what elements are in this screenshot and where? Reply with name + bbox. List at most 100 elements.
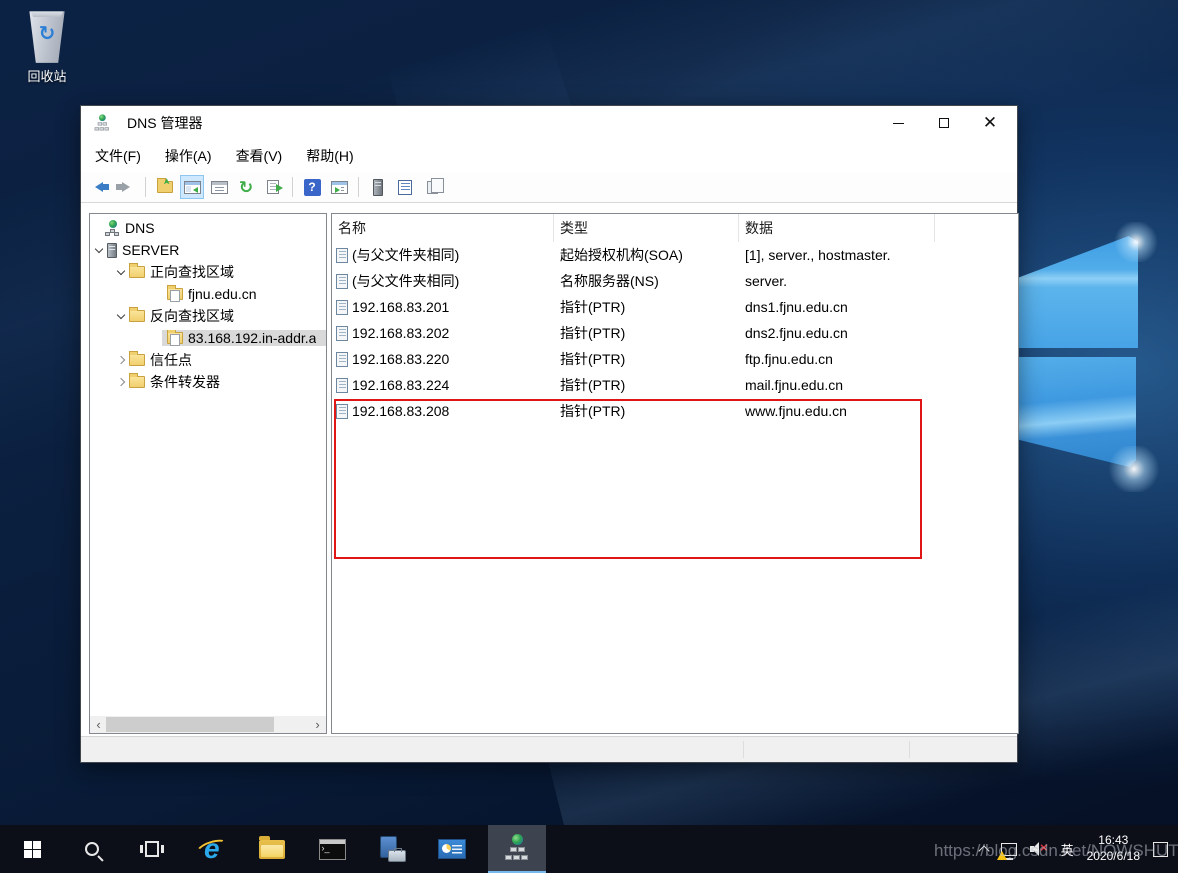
command-prompt-icon [319,839,346,860]
chevron-down-icon[interactable] [117,266,125,274]
menu-action[interactable]: 操作(A) [165,146,212,166]
back-button[interactable] [87,175,111,199]
toolbar-separator [292,177,293,197]
record-icon [336,326,348,341]
table-row[interactable]: 192.168.83.220 指针(PTR) ftp.fjnu.edu.cn [332,346,1018,372]
action-center-icon[interactable] [1153,842,1168,857]
tree-item-dns-root[interactable]: DNS [90,217,326,239]
record-icon [336,404,348,419]
taskbar-command-prompt-button[interactable] [308,825,356,873]
console-tree-pane: DNS SERVER 正向查找区域 fjnu.edu.cn [89,213,327,734]
minimize-button[interactable] [875,106,921,140]
server-manager-icon [378,836,406,862]
menu-help[interactable]: 帮助(H) [306,146,353,166]
recycle-arrows-icon: ↻ [27,24,67,44]
dns-manager-window: DNS 管理器 ✕ 文件(F) 操作(A) 查看(V) 帮助(H) ↻ ? [80,105,1018,763]
dns-app-icon [94,114,110,131]
tree-item-fjnu-zone[interactable]: fjnu.edu.cn [90,283,326,305]
recycle-bin-shortcut[interactable]: ↻ 回收站 [14,6,80,90]
tray-expand-chevron-icon[interactable] [978,845,989,856]
tree-item-forward-zones[interactable]: 正向查找区域 [90,261,326,283]
tree-item-server[interactable]: SERVER [90,239,326,261]
record-list-button[interactable] [393,175,417,199]
column-header-name[interactable]: 名称 [332,214,554,242]
toolbar: ↻ ? [81,172,1017,203]
status-divider [909,741,910,758]
taskbar-dns-manager-button[interactable] [488,825,546,873]
task-view-icon [145,841,159,857]
column-header-type[interactable]: 类型 [554,214,739,242]
up-one-level-button[interactable] [153,175,177,199]
taskbar-internet-explorer-button[interactable]: e [188,825,236,873]
menu-view[interactable]: 查看(V) [236,146,283,166]
warning-triangle-icon [997,851,1007,860]
taskbar-search-button[interactable] [68,825,116,873]
task-view-button[interactable] [128,825,176,873]
copy-button[interactable] [420,175,444,199]
maximize-button[interactable] [921,106,967,140]
management-console-icon [438,839,466,859]
network-warning-icon[interactable] [1001,843,1017,856]
scrollbar-thumb[interactable] [106,717,274,732]
menu-bar: 文件(F) 操作(A) 查看(V) 帮助(H) [81,140,1017,172]
window-title: DNS 管理器 [127,113,202,133]
taskbar-server-manager-button[interactable] [368,825,416,873]
menu-file[interactable]: 文件(F) [95,146,141,166]
table-row[interactable]: 192.168.83.208 指针(PTR) www.fjnu.edu.cn [332,398,1018,424]
dns-root-icon [105,220,120,236]
table-row[interactable]: (与父文件夹相同) 起始授权机构(SOA) [1], server., host… [332,242,1018,268]
desktop: ↻ 回收站 DNS 管理器 ✕ 文件(F) 操作(A) 查看(V) 帮助(H) [0,0,1178,873]
horizontal-scrollbar[interactable]: ‹ › [90,716,326,733]
volume-muted-icon[interactable]: × [1030,842,1048,856]
windows-logo-icon [24,841,41,858]
folder-icon [129,376,145,388]
input-language-indicator[interactable]: 英 [1061,840,1074,859]
chevron-down-icon[interactable] [117,310,125,318]
column-header-data[interactable]: 数据 [739,214,935,242]
server-icon [107,243,117,258]
refresh-button[interactable]: ↻ [234,175,258,199]
table-row[interactable]: 192.168.83.202 指针(PTR) dns2.fjnu.edu.cn [332,320,1018,346]
export-list-button[interactable] [261,175,285,199]
properties-button[interactable] [207,175,231,199]
logo-glow [1106,446,1162,492]
record-icon [336,274,348,289]
tree-item-reverse-zones[interactable]: 反向查找区域 [90,305,326,327]
folder-icon [129,310,145,322]
chevron-right-icon[interactable] [117,378,125,386]
zone-icon [167,332,183,344]
taskbar-management-console-button[interactable] [428,825,476,873]
server-status-button[interactable] [366,175,390,199]
table-row[interactable]: 192.168.83.201 指针(PTR) dns1.fjnu.edu.cn [332,294,1018,320]
close-button[interactable]: ✕ [967,106,1013,140]
dns-manager-icon [504,834,530,862]
tree-item-conditional-forwarders[interactable]: 条件转发器 [90,371,326,393]
tree-selection-highlight: 83.168.192.in-addr.a [162,330,326,346]
tree-item-reverse-zone-selected[interactable]: 83.168.192.in-addr.a [90,327,326,349]
logo-glow [1112,222,1160,262]
mute-x-icon: × [1040,840,1048,855]
scroll-right-arrow[interactable]: › [309,716,326,733]
record-icon [336,248,348,263]
console-panes: DNS SERVER 正向查找区域 fjnu.edu.cn [89,213,1009,734]
taskbar-clock[interactable]: 16:43 2020/6/18 [1087,833,1140,864]
list-header-row: 名称 类型 数据 [332,214,1018,242]
status-divider [743,741,744,758]
folder-icon [129,354,145,366]
show-console-tree-button[interactable] [180,175,204,199]
help-button[interactable]: ? [300,175,324,199]
scroll-left-arrow[interactable]: ‹ [90,716,107,733]
start-button[interactable] [8,825,56,873]
toolbar-separator [145,177,146,197]
folder-icon [129,266,145,278]
taskbar-file-explorer-button[interactable] [248,825,296,873]
chevron-right-icon[interactable] [117,356,125,364]
toolbar-separator [358,177,359,197]
title-bar[interactable]: DNS 管理器 ✕ [81,106,1017,140]
table-row[interactable]: 192.168.83.224 指针(PTR) mail.fjnu.edu.cn [332,372,1018,398]
chevron-down-icon[interactable] [95,244,103,252]
table-row[interactable]: (与父文件夹相同) 名称服务器(NS) server. [332,268,1018,294]
forward-button[interactable] [114,175,138,199]
tree-item-trust-points[interactable]: 信任点 [90,349,326,371]
show-window-button[interactable] [327,175,351,199]
